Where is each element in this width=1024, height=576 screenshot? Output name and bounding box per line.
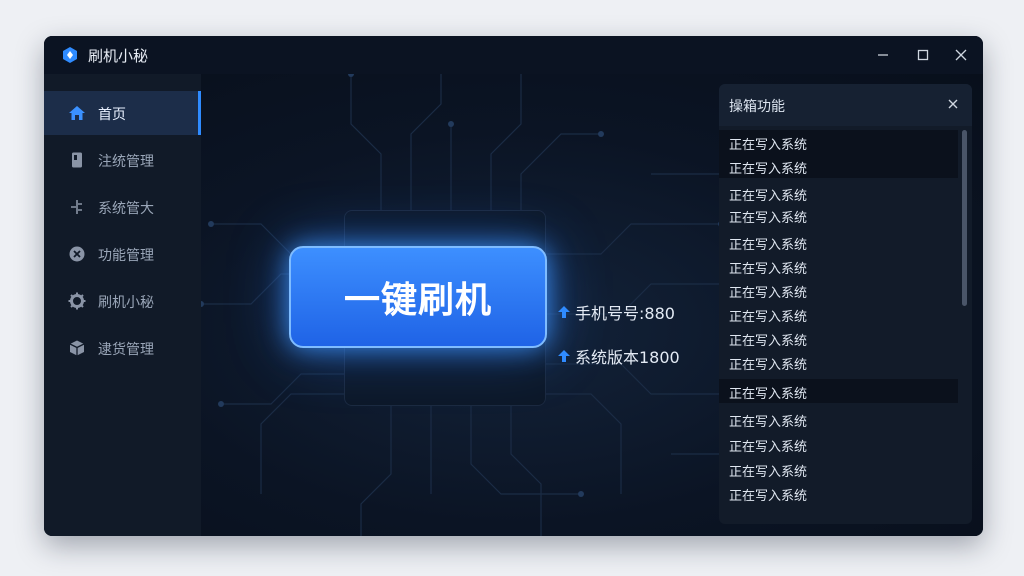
minimize-button[interactable] <box>868 40 898 70</box>
log-item: 正在写入系统 <box>719 278 958 302</box>
log-item: 正在写入系统 <box>719 154 958 178</box>
maximize-icon <box>917 49 929 61</box>
sidebar-item-functions[interactable]: 功能管理 <box>44 232 201 276</box>
arrow-up-icon <box>558 350 570 362</box>
log-text: 正在写入系统 <box>729 262 808 277</box>
log-list: 正在写入系统 正在写入系统 正在写入系统 正在写入系统 正在写入系统 正在写入系… <box>719 128 958 524</box>
phone-icon <box>72 152 82 168</box>
close-icon[interactable] <box>944 95 962 113</box>
sidebar-item-device-management[interactable]: 注统管理 <box>44 138 201 182</box>
tool-icon <box>71 200 82 214</box>
one-click-flash-button[interactable]: 一键刷机 <box>289 246 547 348</box>
log-item: 正在写入系统 <box>719 230 958 254</box>
home-icon <box>69 106 85 120</box>
log-text: 正在写入系统 <box>729 211 808 226</box>
panel-header: 操箱功能 <box>719 84 972 126</box>
box-icon <box>69 340 85 356</box>
log-text: 正在写入系统 <box>729 465 808 480</box>
log-text: 正在写入系统 <box>729 138 808 153</box>
gear-icon <box>68 292 86 310</box>
sidebar-item-label: 注统管理 <box>98 154 154 170</box>
log-item: 正在写入系统 <box>719 326 958 350</box>
log-text: 正在写入系统 <box>729 358 808 373</box>
sidebar-item-system[interactable]: 系统管大 <box>44 185 201 229</box>
sidebar-item-inventory[interactable]: 逮货管理 <box>44 326 201 370</box>
app-title: 刷机小秘 <box>88 47 149 65</box>
sidebar-item-label: 系统管大 <box>98 201 154 217</box>
operation-panel: 操箱功能 正在写入系统 正在写入系统 正在写入系统 正在写入系统 正在写入系统 … <box>719 84 972 524</box>
minimize-icon <box>878 54 888 56</box>
app-logo-icon <box>63 47 77 63</box>
system-version-info: 系统版本1800 <box>557 344 680 368</box>
log-item: 正在写入系统 <box>719 130 958 154</box>
log-text: 正在写入系统 <box>729 189 808 204</box>
log-item: 正在写入系统 <box>719 457 958 481</box>
log-text: 正在写入系统 <box>729 162 808 177</box>
arrow-up-icon <box>558 306 570 318</box>
close-button[interactable] <box>946 40 976 70</box>
sidebar: 首页 注统管理 系统管大 功能管理 刷机小秘 逮货管理 <box>44 74 201 536</box>
phone-number-info: 手机号号:880 <box>557 300 675 324</box>
log-text: 正在写入系统 <box>729 286 808 301</box>
function-icon <box>69 246 85 262</box>
log-item: 正在写入系统 <box>719 181 958 205</box>
sidebar-item-label: 功能管理 <box>98 248 154 264</box>
log-item: 正在写入系统 <box>719 254 958 278</box>
log-text: 正在写入系统 <box>729 387 808 402</box>
log-item: 正在写入系统 <box>719 407 958 431</box>
log-text: 正在写入系统 <box>729 334 808 349</box>
log-item: 正在写入系统 <box>719 350 958 374</box>
phone-number-text: 手机号号:880 <box>575 304 675 323</box>
sidebar-item-label: 刷机小秘 <box>98 295 154 311</box>
log-text: 正在写入系统 <box>729 489 808 504</box>
maximize-button[interactable] <box>908 40 938 70</box>
log-item: 正在写入系统 <box>719 432 958 456</box>
log-item: 正在写入系统 <box>719 203 958 227</box>
system-version-text: 系统版本1800 <box>575 348 680 367</box>
log-item: 正在写入系统 <box>719 481 958 505</box>
title-bar: 刷机小秘 <box>44 36 983 74</box>
app-window: 刷机小秘 首页 注统管理 系统管大 功能管理 刷机小秘 逮货管理 一键刷机 手机… <box>44 36 983 536</box>
log-item: 正在写入系统 <box>719 302 958 326</box>
log-text: 正在写入系统 <box>729 310 808 325</box>
close-icon <box>955 49 967 61</box>
log-text: 正在写入系统 <box>729 238 808 253</box>
sidebar-item-label: 首页 <box>98 107 126 123</box>
log-item: 正在写入系统 <box>719 379 958 403</box>
log-text: 正在写入系统 <box>729 415 808 430</box>
panel-title: 操箱功能 <box>729 99 785 115</box>
log-text: 正在写入系统 <box>729 440 808 455</box>
sidebar-item-home[interactable]: 首页 <box>44 91 201 135</box>
log-scrollbar[interactable] <box>962 130 967 306</box>
sidebar-item-label: 逮货管理 <box>98 342 154 358</box>
sidebar-item-flash-assistant[interactable]: 刷机小秘 <box>44 279 201 323</box>
